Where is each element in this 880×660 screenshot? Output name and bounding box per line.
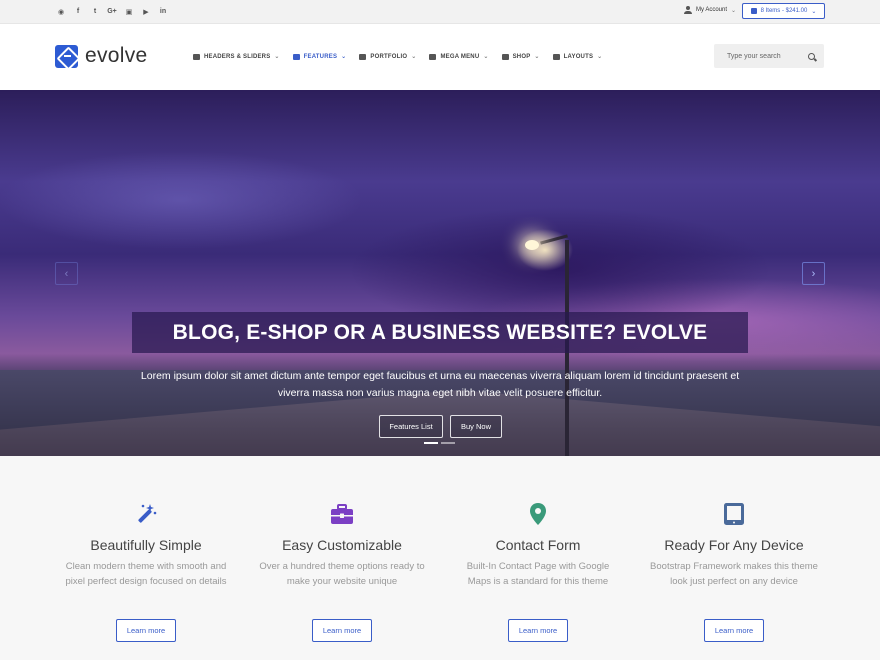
nav-headers-sliders[interactable]: HEADERS & SLIDERS ⌄	[193, 53, 280, 60]
slider-pagination	[424, 442, 455, 444]
user-icon	[684, 6, 692, 14]
site-logo[interactable]: evolve	[55, 44, 148, 68]
feature-text: Built-In Contact Page with Google Maps i…	[466, 561, 610, 587]
slider-prev-button[interactable]: ‹	[55, 262, 78, 285]
feature-title: Contact Form	[495, 537, 581, 553]
feature-text: Clean modern theme with smooth and pixel…	[65, 561, 227, 587]
chevron-down-icon: ⌄	[534, 54, 540, 60]
nav-layouts[interactable]: LAYOUTS ⌄	[552, 53, 603, 60]
main-nav: HEADERS & SLIDERS ⌄ FEATURES ⌄ PORTFOLIO…	[193, 53, 602, 60]
shopping-bag-icon	[750, 8, 757, 14]
monitor-icon	[193, 53, 200, 60]
features-list-button[interactable]: Features List	[379, 415, 443, 438]
youtube-icon[interactable]: ▶	[142, 7, 150, 16]
feature-title: Easy Customizable	[282, 537, 402, 553]
nav-label: HEADERS & SLIDERS	[204, 53, 271, 60]
nav-shop[interactable]: SHOP ⌄	[501, 53, 540, 60]
search-box	[714, 44, 824, 68]
nav-label: MEGA MENU	[440, 53, 480, 60]
nav-label: LAYOUTS	[563, 53, 594, 60]
lamp-light	[525, 240, 539, 250]
logo-text: evolve	[85, 44, 148, 67]
learn-more-button[interactable]: Learn more	[312, 619, 372, 642]
nav-portfolio[interactable]: PORTFOLIO ⌄	[359, 53, 416, 60]
hero-slider: ‹ › BLOG, E-SHOP OR A BUSINESS WEBSITE? …	[0, 90, 880, 456]
chevron-down-icon: ⌄	[341, 54, 347, 60]
linkedin-icon[interactable]: in	[159, 7, 167, 16]
learn-more-button[interactable]: Learn more	[116, 619, 176, 642]
hero-buttons: Features List Buy Now	[379, 415, 502, 438]
grid-icon	[429, 53, 437, 60]
slide-dot-2[interactable]	[441, 442, 455, 444]
search-input[interactable]	[727, 52, 802, 60]
feature-title: Beautifully Simple	[90, 537, 202, 553]
nav-mega-menu[interactable]: MEGA MENU ⌄	[429, 53, 488, 60]
social-links: ◉ f t G+ ▣ ▶ in	[57, 7, 167, 16]
chevron-down-icon: ⌄	[811, 8, 817, 15]
feature-title: Ready For Any Device	[664, 537, 804, 553]
cart-button[interactable]: 8 Items - $241.00 ⌄	[742, 3, 825, 19]
nav-label: SHOP	[512, 53, 531, 60]
cube-icon	[292, 53, 300, 60]
camera-icon	[359, 53, 367, 60]
nav-features[interactable]: FEATURES ⌄	[292, 53, 347, 60]
tablet-icon	[724, 503, 744, 525]
instagram-icon[interactable]: ▣	[125, 7, 133, 16]
evolve-logo-icon	[55, 44, 78, 68]
rss-icon[interactable]: ◉	[57, 7, 65, 16]
my-account-label: My Account	[696, 7, 728, 13]
chevron-down-icon: ⌄	[731, 7, 737, 14]
toolbox-icon	[331, 504, 353, 524]
feature-text: Bootstrap Framework makes this theme loo…	[650, 561, 818, 587]
nav-label: FEATURES	[303, 53, 338, 60]
learn-more-button[interactable]: Learn more	[508, 619, 568, 642]
my-account-menu[interactable]: My Account ⌄	[684, 6, 736, 14]
chevron-down-icon: ⌄	[597, 54, 603, 60]
lamp-arm	[540, 234, 568, 245]
search-icon[interactable]	[808, 52, 815, 60]
magic-wand-icon	[138, 504, 157, 523]
facebook-icon[interactable]: f	[74, 7, 82, 16]
hero-description: Lorem ipsum dolor sit amet dictum ante t…	[140, 370, 740, 399]
learn-more-button[interactable]: Learn more	[704, 619, 764, 642]
cart-summary: 8 Items - $241.00	[760, 8, 808, 14]
chevron-down-icon: ⌄	[483, 54, 489, 60]
list-icon	[552, 53, 560, 60]
googleplus-icon[interactable]: G+	[107, 7, 117, 16]
feature-text: Over a hundred theme options ready to ma…	[259, 561, 425, 587]
shopping-bag-icon	[501, 53, 509, 60]
nav-label: PORTFOLIO	[370, 53, 408, 60]
site-header: evolve HEADERS & SLIDERS ⌄ FEATURES ⌄ PO…	[0, 24, 880, 90]
twitter-icon[interactable]: t	[91, 7, 99, 16]
features-section: Beautifully Simple Clean modern theme wi…	[0, 456, 880, 660]
hero-title: BLOG, E-SHOP OR A BUSINESS WEBSITE? EVOL…	[132, 312, 748, 353]
chevron-down-icon: ⌄	[274, 54, 280, 60]
chevron-down-icon: ⌄	[411, 54, 417, 60]
slide-dot-1[interactable]	[424, 442, 438, 444]
top-bar: ◉ f t G+ ▣ ▶ in My Account ⌄ 8 Items - $…	[0, 0, 880, 24]
slider-next-button[interactable]: ›	[802, 262, 825, 285]
buy-now-button[interactable]: Buy Now	[450, 415, 502, 438]
map-marker-icon	[530, 503, 546, 525]
